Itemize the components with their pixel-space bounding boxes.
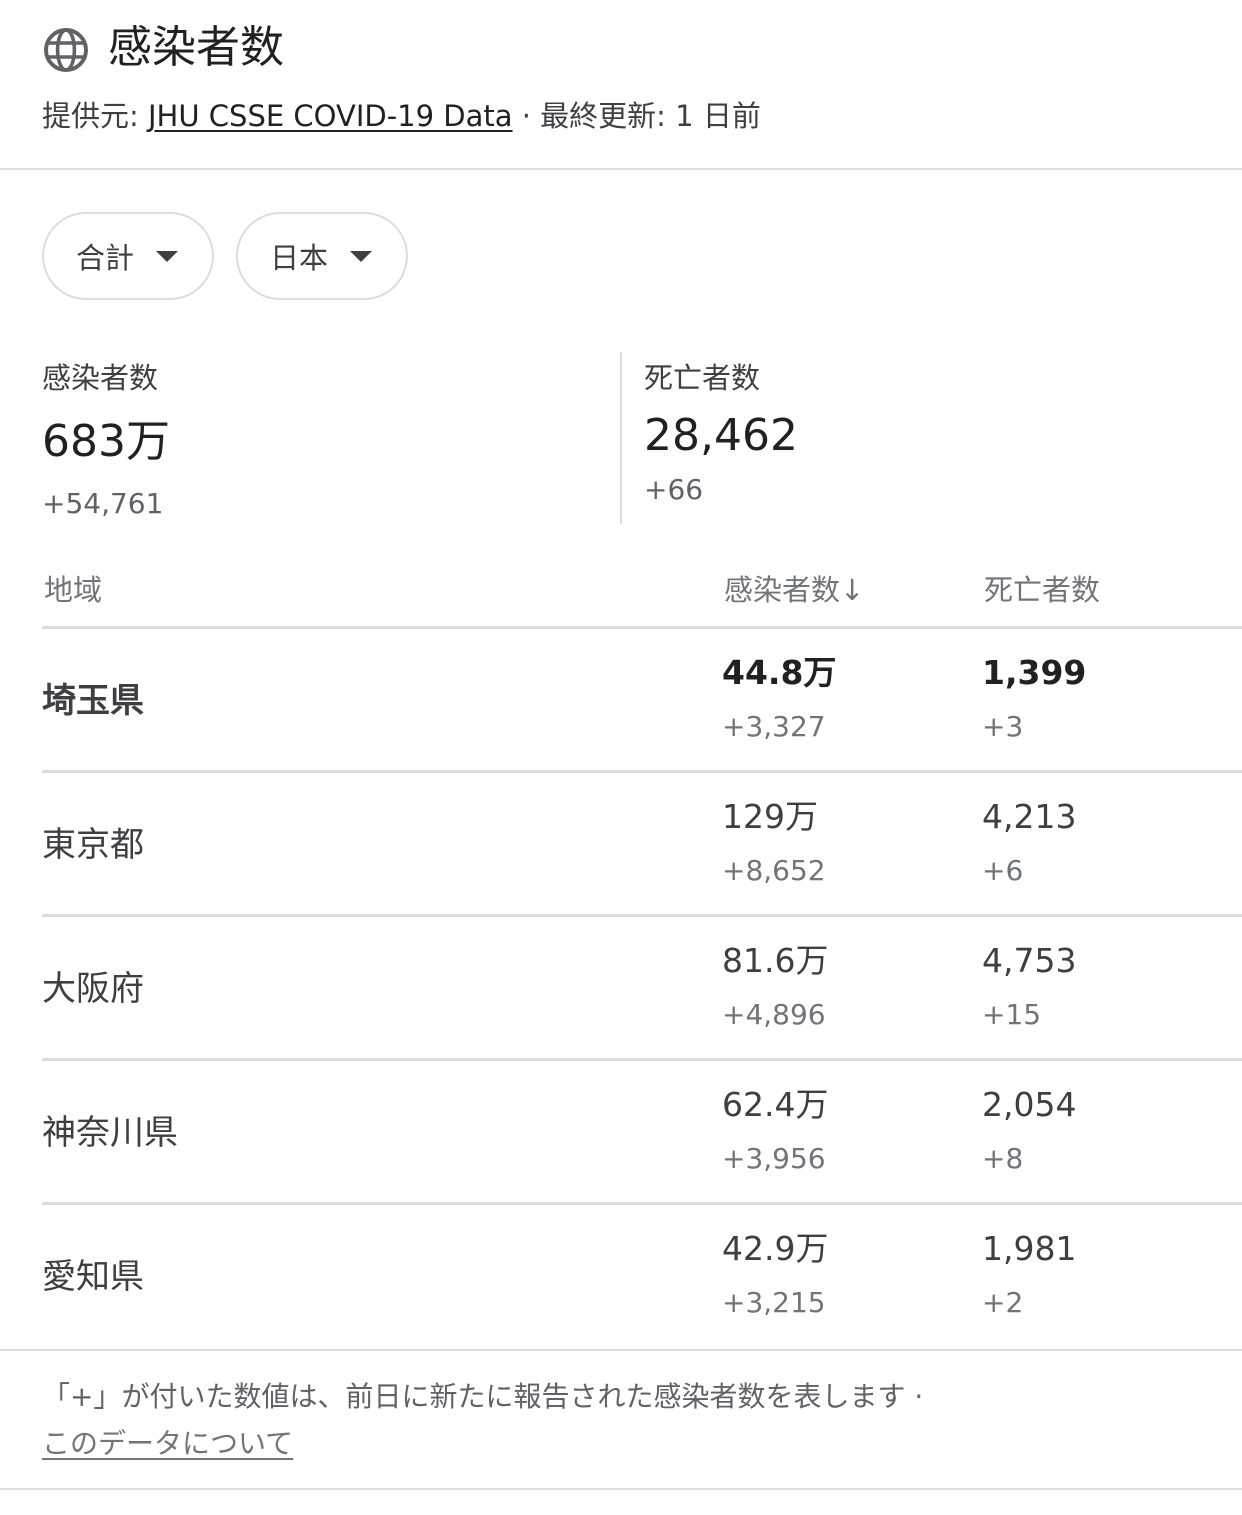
summary-divider (620, 352, 622, 524)
deaths-delta: +6 (982, 854, 1024, 887)
table-row[interactable]: 東京都 129万 +8,652 4,213 +6 (42, 773, 1242, 917)
bottom-divider (0, 1488, 1242, 1490)
footnote: 「+」が付いた数値は、前日に新たに報告された感染者数を表します · (42, 1380, 924, 1413)
cases-summary-label: 感染者数 (42, 361, 159, 395)
footer-divider (0, 1349, 1242, 1351)
region-name: 埼玉県 (42, 681, 144, 721)
globe-icon (44, 28, 88, 72)
region-name: 愛知県 (42, 1257, 144, 1297)
table-row[interactable]: 埼玉県 44.8万 +3,327 1,399 +3 (42, 629, 1242, 773)
column-header-cases[interactable]: 感染者数↓ (724, 570, 864, 610)
table-row[interactable]: 大阪府 81.6万 +4,896 4,753 +15 (42, 917, 1242, 1061)
source-prefix: 提供元: (42, 99, 148, 133)
caret-down-icon (350, 250, 373, 262)
cases-delta: +3,215 (722, 1286, 826, 1319)
deaths-value: 4,753 (982, 941, 1077, 980)
cases-value: 42.9万 (722, 1229, 829, 1268)
deaths-value: 2,054 (982, 1085, 1077, 1124)
column-header-cases-label: 感染者数 (724, 573, 841, 607)
deaths-value: 1,399 (982, 653, 1087, 692)
cases-delta: +4,896 (722, 998, 826, 1031)
arrow-down-icon: ↓ (840, 573, 865, 607)
scope-dropdown-label: 合計 (76, 241, 135, 275)
region-name: 東京都 (42, 825, 144, 865)
deaths-value: 4,213 (982, 797, 1077, 836)
source-line: 提供元: JHU CSSE COVID-19 Data · 最終更新: 1 日前 (42, 96, 761, 136)
cases-delta: +3,327 (722, 710, 826, 743)
region-name: 神奈川県 (42, 1113, 178, 1153)
page-title: 感染者数 (108, 22, 284, 73)
scope-dropdown[interactable]: 合計 (42, 212, 214, 300)
deaths-delta: +15 (982, 998, 1042, 1031)
cases-value: 129万 (722, 797, 818, 836)
cases-delta: +8,652 (722, 854, 826, 887)
table-row[interactable]: 愛知県 42.9万 +3,215 1,981 +2 (42, 1205, 1242, 1349)
cases-summary-value: 683万 (42, 416, 170, 467)
about-data-link[interactable]: このデータについて (42, 1422, 293, 1466)
country-dropdown[interactable]: 日本 (236, 212, 408, 300)
cases-value: 81.6万 (722, 941, 829, 980)
column-header-region: 地域 (44, 573, 103, 607)
cases-value: 44.8万 (722, 653, 837, 692)
caret-down-icon (156, 250, 179, 262)
column-header-deaths[interactable]: 死亡者数 (984, 570, 1100, 610)
deaths-summary-value: 28,462 (644, 410, 798, 461)
deaths-summary-label: 死亡者数 (644, 361, 761, 395)
deaths-summary-delta: +66 (644, 473, 704, 506)
deaths-delta: +8 (982, 1142, 1024, 1175)
deaths-delta: +2 (982, 1286, 1024, 1319)
country-dropdown-label: 日本 (270, 241, 329, 275)
region-name: 大阪府 (42, 969, 144, 1009)
deaths-delta: +3 (982, 710, 1024, 743)
table-row[interactable]: 神奈川県 62.4万 +3,956 2,054 +8 (42, 1061, 1242, 1205)
source-link[interactable]: JHU CSSE COVID-19 Data (148, 99, 513, 133)
cases-delta: +3,956 (722, 1142, 826, 1175)
deaths-value: 1,981 (982, 1229, 1077, 1268)
cases-value: 62.4万 (722, 1085, 829, 1124)
cases-summary-delta: +54,761 (42, 487, 164, 520)
last-updated: · 最終更新: 1 日前 (512, 99, 761, 133)
header: 感染者数 提供元: JHU CSSE COVID-19 Data · 最終更新:… (0, 0, 1242, 170)
